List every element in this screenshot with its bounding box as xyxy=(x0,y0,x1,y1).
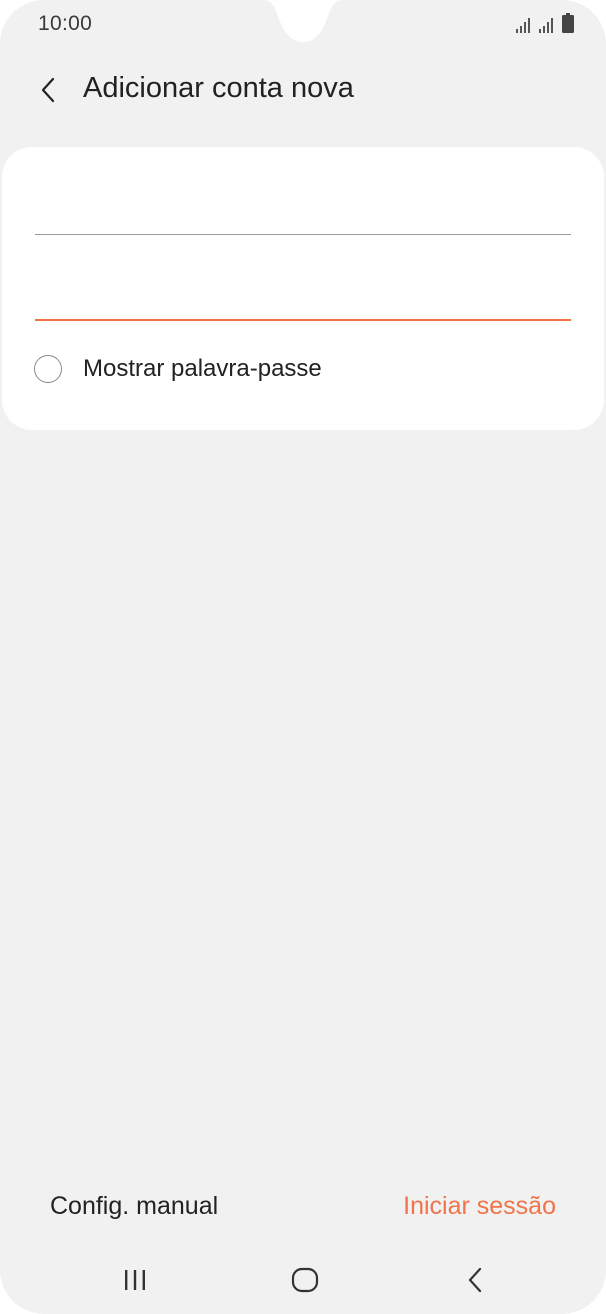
back-icon xyxy=(468,1267,482,1293)
nav-back-button[interactable] xyxy=(455,1262,495,1298)
show-password-label: Mostrar palavra-passe xyxy=(83,355,322,382)
signal-icon xyxy=(516,18,530,33)
home-button[interactable] xyxy=(285,1262,325,1298)
back-button[interactable] xyxy=(28,70,68,110)
email-field[interactable] xyxy=(35,187,571,235)
status-time: 10:00 xyxy=(38,12,93,35)
phone-screen: 10:00 Adicionar conta nova Mostrar palav… xyxy=(0,0,606,1314)
manual-setup-button[interactable]: Config. manual xyxy=(50,1192,218,1221)
show-password-toggle[interactable]: Mostrar palavra-passe xyxy=(34,355,322,383)
show-password-radio[interactable] xyxy=(34,355,62,383)
page-title: Adicionar conta nova xyxy=(83,72,354,104)
sign-in-button[interactable]: Iniciar sessão xyxy=(403,1192,556,1221)
chevron-left-icon xyxy=(41,77,55,103)
recents-button[interactable] xyxy=(115,1262,155,1298)
battery-icon xyxy=(562,13,574,33)
camera-notch xyxy=(262,0,344,42)
signal-icon xyxy=(539,18,553,33)
status-icons xyxy=(516,13,574,33)
recents-icon xyxy=(125,1270,145,1290)
system-navigation-bar xyxy=(0,1252,606,1308)
password-field[interactable] xyxy=(35,272,571,321)
app-header: Adicionar conta nova xyxy=(0,60,606,120)
login-form-card: Mostrar palavra-passe xyxy=(2,147,604,430)
home-icon xyxy=(291,1267,319,1293)
